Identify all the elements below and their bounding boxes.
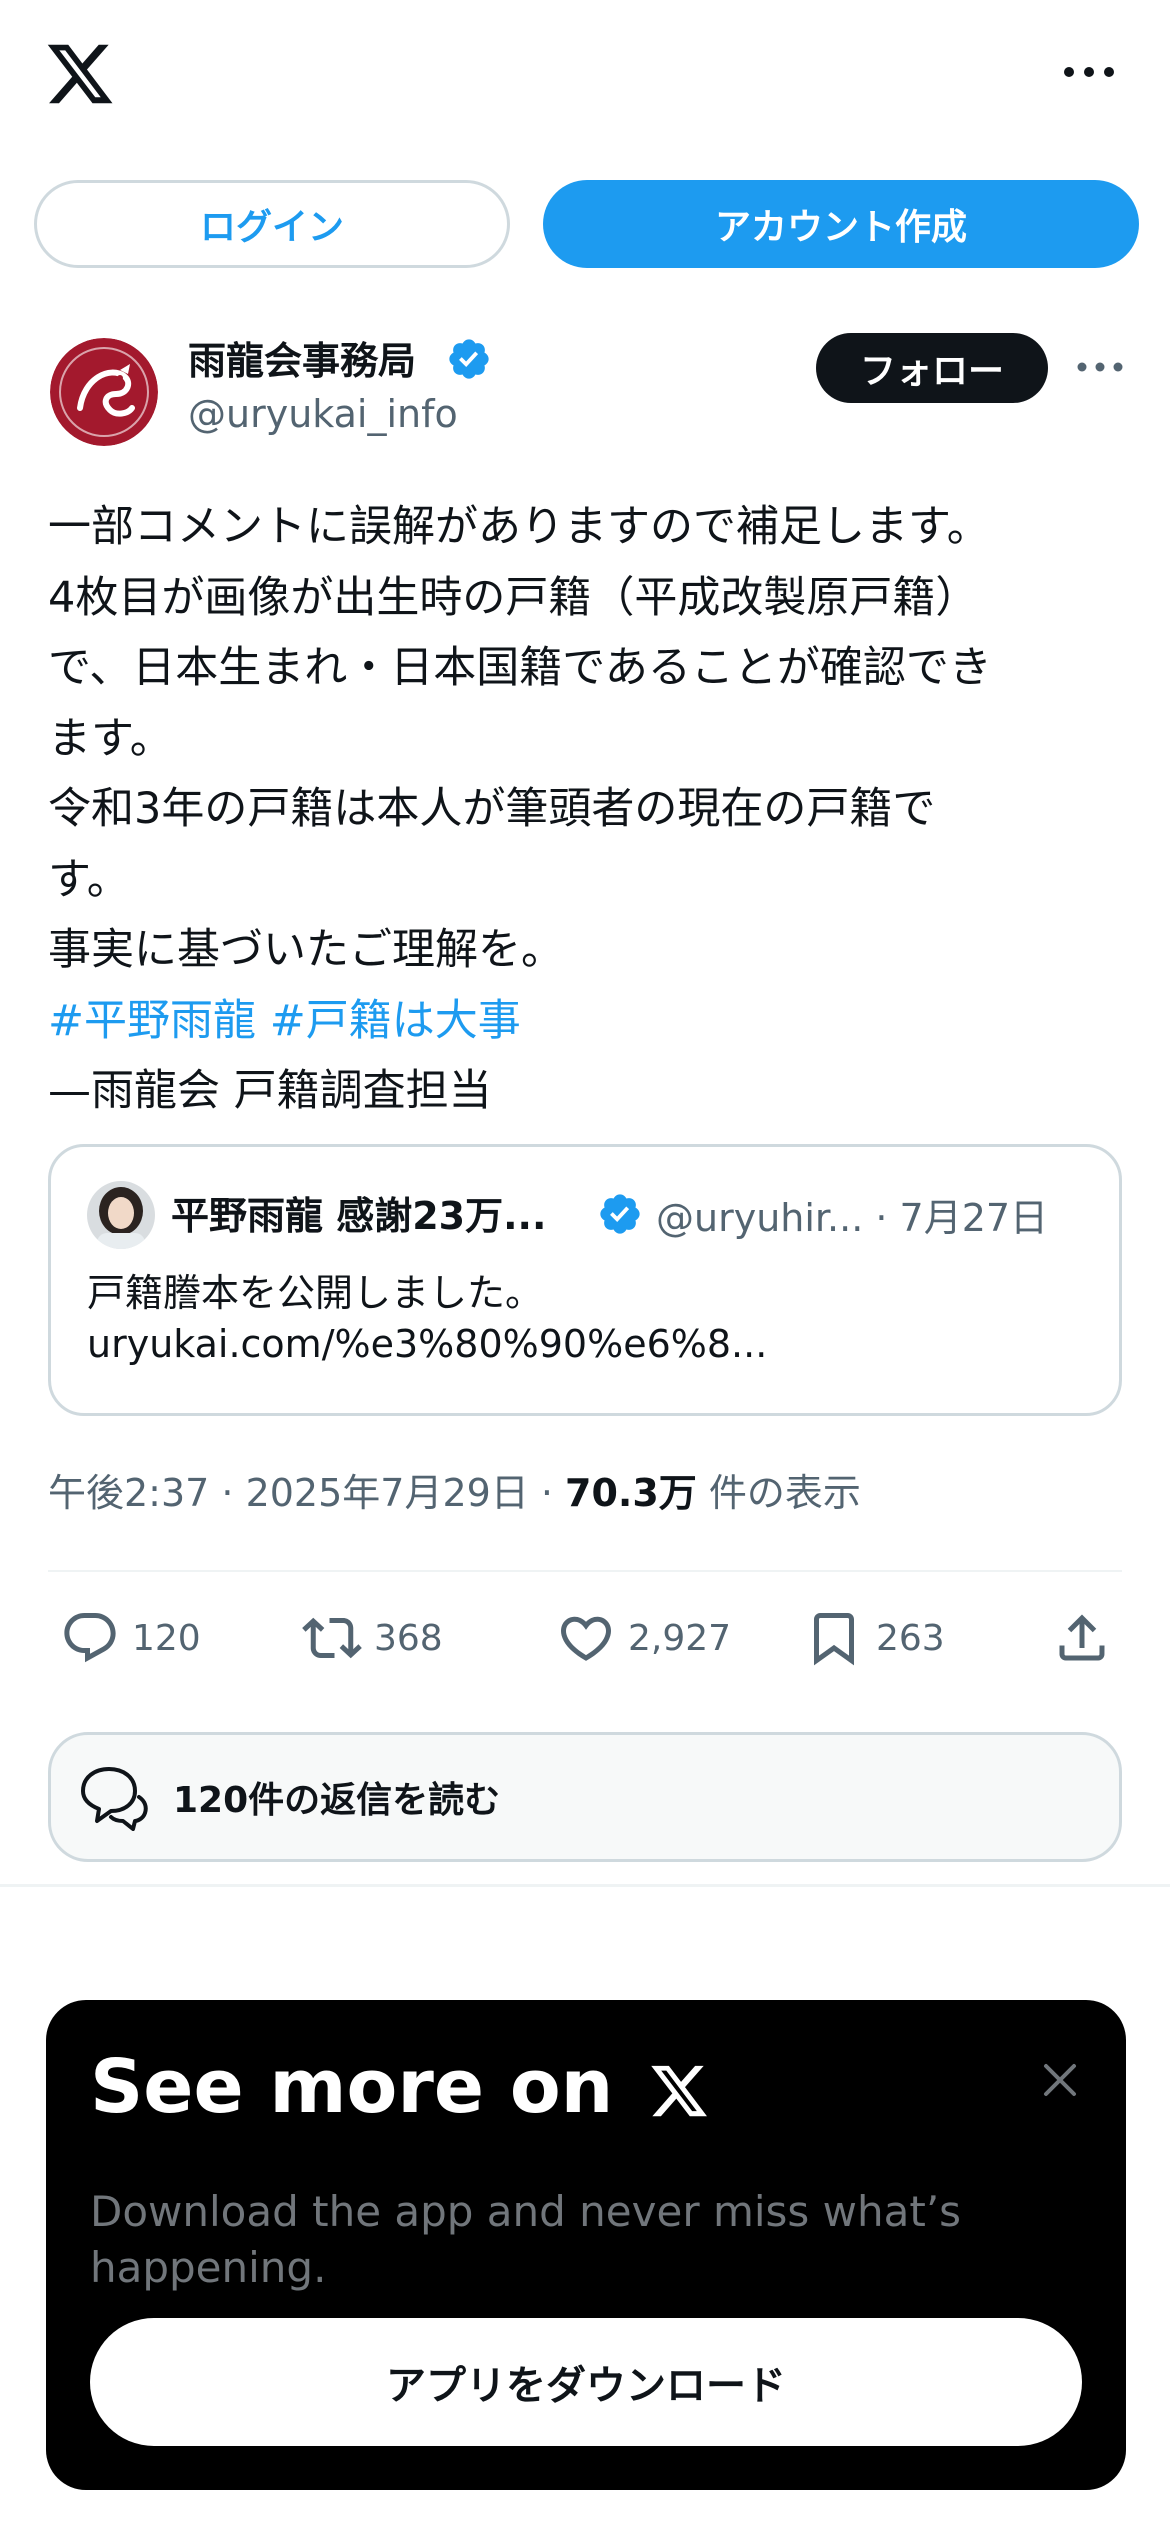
verified-badge-icon — [446, 336, 492, 382]
like-count: 2,927 — [628, 1617, 732, 1659]
banner-subtitle: Download the app and never miss what’s h… — [90, 2187, 962, 2292]
quoted-author-name: 平野雨龍 感謝23万... — [171, 1194, 547, 1238]
retweet-icon — [302, 1608, 362, 1668]
hashtag-line: #平野雨龍 #戸籍は大事 — [48, 986, 1128, 1057]
quoted-author-handle-date: @uryuhir... · 7月27日 — [656, 1196, 1049, 1240]
banner-title: See more on — [90, 2044, 614, 2130]
post-more-icon[interactable] — [1074, 352, 1126, 382]
divider — [48, 1570, 1122, 1572]
read-replies-label: 120件の返信を読む — [173, 1780, 501, 1821]
quoted-tweet-text: 戸籍謄本を公開しました。 — [87, 1271, 544, 1315]
reply-count: 120 — [132, 1617, 201, 1659]
views-label: 件の表示 — [696, 1471, 861, 1515]
author-handle[interactable]: @uryukai_info — [188, 392, 458, 436]
hashtag-link[interactable]: #戸籍は大事 — [270, 996, 521, 1046]
share-button[interactable] — [1052, 1608, 1124, 1668]
tweet-timestamp-views: 午後2:37 · 2025年7月29日 · 70.3万 件の表示 — [48, 1462, 861, 1517]
x-logo-icon — [648, 2060, 710, 2122]
tweet-line: す。 — [48, 854, 130, 905]
download-app-button[interactable]: アプリをダウンロード — [90, 2318, 1082, 2446]
verified-badge-icon — [597, 1191, 643, 1237]
create-account-button[interactable]: アカウント作成 — [543, 180, 1139, 268]
more-horizontal-icon[interactable] — [1058, 52, 1120, 92]
author-avatar[interactable] — [50, 338, 158, 446]
views-count: 70.3万 — [565, 1471, 697, 1515]
like-button[interactable]: 2,927 — [556, 1608, 731, 1668]
follow-button[interactable]: フォロー — [816, 333, 1048, 403]
tweet-line: 事実に基づいたご理解を。 — [48, 925, 564, 975]
divider — [0, 1884, 1170, 1887]
tweet-text: 一部コメントに誤解がありますので補足します。 4枚目が画像が出生時の戸籍（平成改… — [48, 492, 1128, 1127]
quoted-tweet-card[interactable]: 平野雨龍 感謝23万... @uryuhir... · 7月27日 戸籍謄本を公… — [48, 1144, 1122, 1416]
retweet-count: 368 — [374, 1617, 443, 1659]
tweet-line: ます。 — [48, 713, 173, 764]
bookmark-icon — [804, 1608, 864, 1668]
reply-icon — [60, 1608, 120, 1668]
x-logo-icon[interactable] — [44, 38, 116, 110]
tweet-line: で、日本生まれ・日本国籍であることが確認でき — [48, 643, 992, 693]
tweet-line: 4枚目が画像が出生時の戸籍（平成改製原戸籍） — [48, 572, 979, 623]
app-download-banner: See more on Download the app and never m… — [46, 2000, 1126, 2490]
retweet-button[interactable]: 368 — [302, 1608, 443, 1668]
read-replies-button[interactable]: 120件の返信を読む — [48, 1732, 1122, 1862]
heart-icon — [556, 1608, 616, 1668]
tweet-line: 令和3年の戸籍は本人が筆頭者の現在の戸籍で — [48, 784, 936, 834]
replies-bubble-icon — [75, 1759, 151, 1835]
quoted-author-avatar — [87, 1181, 155, 1249]
close-icon[interactable] — [1036, 2056, 1084, 2104]
login-button[interactable]: ログイン — [34, 180, 510, 268]
quoted-tweet-link[interactable]: uryukai.com/%e3%80%90%e6%8... — [87, 1322, 767, 1366]
reply-button[interactable]: 120 — [60, 1608, 201, 1668]
bookmark-button[interactable]: 263 — [804, 1608, 945, 1668]
hashtag-link[interactable]: #平野雨龍 — [48, 996, 256, 1046]
tweet-line: 一部コメントに誤解がありますので補足します。 — [48, 502, 990, 552]
tweet-signature: —雨龍会 戸籍調査担当 — [48, 1066, 492, 1116]
author-name[interactable]: 雨龍会事務局 — [188, 330, 416, 385]
share-icon — [1052, 1608, 1112, 1668]
timestamp[interactable]: 午後2:37 · 2025年7月29日 · — [48, 1471, 565, 1515]
bookmark-count: 263 — [876, 1617, 945, 1659]
